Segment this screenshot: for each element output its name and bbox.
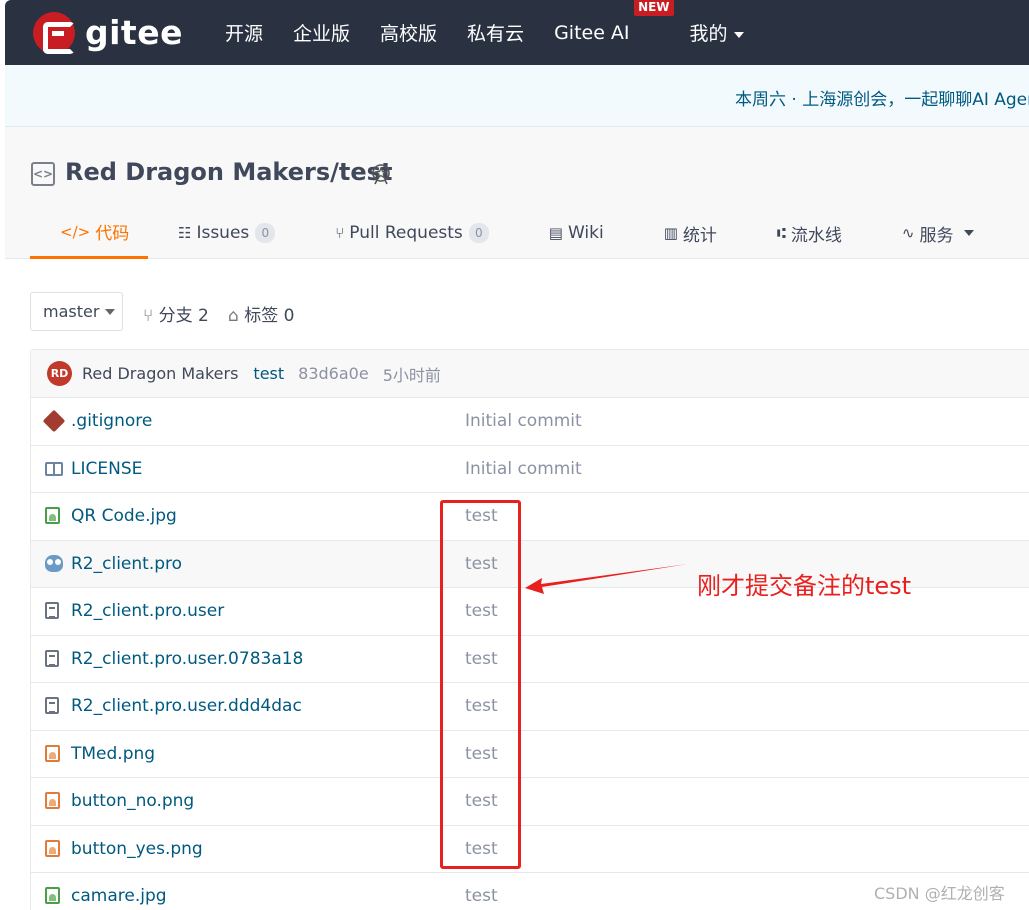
pipeline-icon: ⑆: [776, 224, 786, 242]
file-commit-message[interactable]: Initial commit: [465, 459, 582, 479]
wiki-icon: ▤: [548, 224, 563, 242]
tab-stats-label: 统计: [682, 225, 717, 246]
stats-icon: ▥: [663, 224, 678, 242]
image-icon: [45, 887, 63, 905]
file-name[interactable]: R2_client.pro.user: [71, 601, 224, 621]
qt-project-icon: [45, 554, 63, 573]
file-icon: [45, 697, 63, 715]
branch-select-value: master: [43, 302, 100, 321]
file-name[interactable]: R2_client.pro.user.0783a18: [71, 649, 303, 669]
chevron-down-icon: [105, 308, 116, 315]
file-row-button-yes[interactable]: button_yes.png test: [31, 826, 1029, 873]
png-image-icon: [45, 839, 63, 858]
logo-text: gitee: [85, 13, 183, 52]
file-row-license[interactable]: LICENSE Initial commit: [31, 446, 1029, 493]
tab-stats[interactable]: ▥ 统计: [664, 207, 717, 259]
tab-service-label: 服务: [919, 225, 954, 246]
nav-gitee-ai-label: Gitee AI: [554, 21, 630, 44]
branch-select[interactable]: master: [30, 292, 123, 331]
gitee-logo[interactable]: gitee: [33, 11, 225, 54]
tags-label: 标签 0: [244, 306, 295, 326]
png-image-icon: [45, 744, 63, 763]
tab-pull-requests-label: Pull Requests: [349, 223, 463, 243]
tab-code[interactable]: </> 代码: [30, 207, 148, 259]
file-list: RD Red Dragon Makers test 83d6a0e 5小时前 .…: [30, 349, 1029, 910]
nav-mine-dropdown[interactable]: 我的: [690, 19, 744, 46]
commit-message[interactable]: test: [253, 364, 284, 383]
nav-open-source[interactable]: 开源: [225, 19, 263, 46]
branches-link[interactable]: ⑂ 分支 2: [143, 301, 209, 326]
nav-mine-label: 我的: [689, 23, 728, 45]
new-badge: NEW: [634, 0, 674, 16]
png-image-icon: [45, 792, 63, 810]
file-row-r2-client-pro-user-0783a18[interactable]: R2_client.pro.user.0783a18 test: [31, 636, 1029, 683]
recommended-badge-icon: [372, 164, 390, 185]
annotation-text: 刚才提交备注的test: [697, 572, 912, 600]
git-icon: [42, 409, 66, 433]
file-row-gitignore[interactable]: .gitignore Initial commit: [31, 398, 1029, 446]
announcement-banner: 本周六 · 上海源创会，一起聊聊AI Agen: [5, 65, 1029, 127]
gitee-logo-icon: [33, 11, 75, 54]
latest-commit-row: RD Red Dragon Makers test 83d6a0e 5小时前: [31, 350, 1029, 398]
commit-time: 5小时前: [382, 365, 441, 385]
issues-count: 0: [255, 223, 276, 243]
top-nav: gitee 开源 企业版 高校版 私有云 Gitee AI NEW 我的: [5, 0, 1029, 65]
file-icon: [45, 602, 63, 620]
file-commit-message[interactable]: Initial commit: [465, 411, 582, 431]
book-icon: [45, 460, 63, 478]
file-name[interactable]: LICENSE: [71, 459, 142, 479]
commit-sha[interactable]: 83d6a0e: [298, 364, 369, 383]
tab-service[interactable]: ∿ 服务: [902, 207, 974, 259]
file-name[interactable]: R2_client.pro.user.ddd4dac: [71, 696, 302, 716]
nav-enterprise[interactable]: 企业版: [293, 19, 350, 46]
annotation-arrow-icon: [525, 564, 688, 594]
tab-code-label: 代码: [95, 224, 130, 244]
branch-icon: ⑂: [143, 306, 154, 326]
file-row-qr-code[interactable]: QR Code.jpg test: [31, 493, 1029, 541]
page: gitee 开源 企业版 高校版 私有云 Gitee AI NEW 我的 本周六…: [0, 0, 1029, 910]
file-name[interactable]: TMed.png: [71, 744, 155, 764]
branches-label: 分支 2: [158, 306, 209, 326]
watermark: CSDN @红龙创客: [874, 884, 1005, 903]
tab-pull-requests[interactable]: ⑂ Pull Requests 0: [335, 207, 489, 259]
tab-wiki-label: Wiki: [567, 223, 604, 243]
code-icon: </>: [60, 222, 91, 241]
repo-tabs: </> 代码 ☷ Issues 0 ⑂ Pull Requests 0 ▤ Wi…: [30, 207, 974, 259]
tag-icon: ⌂: [228, 306, 239, 326]
banner-link[interactable]: 本周六 · 上海源创会，一起聊聊AI Agen: [735, 85, 1029, 110]
file-name[interactable]: .gitignore: [71, 411, 152, 431]
service-icon: ∿: [901, 224, 915, 242]
repo-code-icon: <>: [31, 162, 55, 186]
tab-issues-label: Issues: [196, 223, 250, 243]
nav-private-cloud[interactable]: 私有云: [467, 19, 524, 46]
tags-link[interactable]: ⌂ 标签 0: [228, 301, 294, 326]
tab-issues[interactable]: ☷ Issues 0: [178, 207, 276, 259]
image-icon: [45, 507, 63, 525]
tab-wiki[interactable]: ▤ Wiki: [549, 207, 604, 259]
nav-gitee-ai[interactable]: Gitee AI NEW: [554, 0, 674, 44]
annotation-highlight-box: [440, 500, 521, 869]
file-name[interactable]: button_no.png: [71, 791, 194, 811]
file-name[interactable]: QR Code.jpg: [71, 506, 177, 526]
file-name[interactable]: R2_client.pro: [71, 554, 182, 574]
file-row-r2-client-pro-user-ddd4dac[interactable]: R2_client.pro.user.ddd4dac test: [31, 683, 1029, 731]
tab-pipeline-label: 流水线: [790, 225, 842, 246]
file-commit-message[interactable]: test: [465, 886, 498, 906]
file-row-button-no[interactable]: button_no.png test: [31, 778, 1029, 826]
nav-education[interactable]: 高校版: [380, 19, 437, 46]
file-row-tmed[interactable]: TMed.png test: [31, 731, 1029, 778]
commit-author[interactable]: Red Dragon Makers: [82, 364, 238, 383]
project-header: <> Red Dragon Makers/test </> 代码 ☷ Issue…: [5, 127, 1029, 259]
file-icon: [45, 649, 63, 668]
chevron-down-icon: [963, 230, 974, 236]
tab-pipeline[interactable]: ⑆ 流水线: [777, 207, 842, 259]
pull-requests-count: 0: [468, 223, 489, 243]
issues-icon: ☷: [178, 224, 192, 242]
file-name[interactable]: camare.jpg: [71, 886, 167, 906]
pull-request-icon: ⑂: [335, 224, 345, 242]
file-name[interactable]: button_yes.png: [71, 839, 203, 859]
repo-title[interactable]: Red Dragon Makers/test: [65, 158, 392, 186]
chevron-down-icon: [733, 31, 744, 38]
avatar[interactable]: RD: [47, 361, 72, 386]
